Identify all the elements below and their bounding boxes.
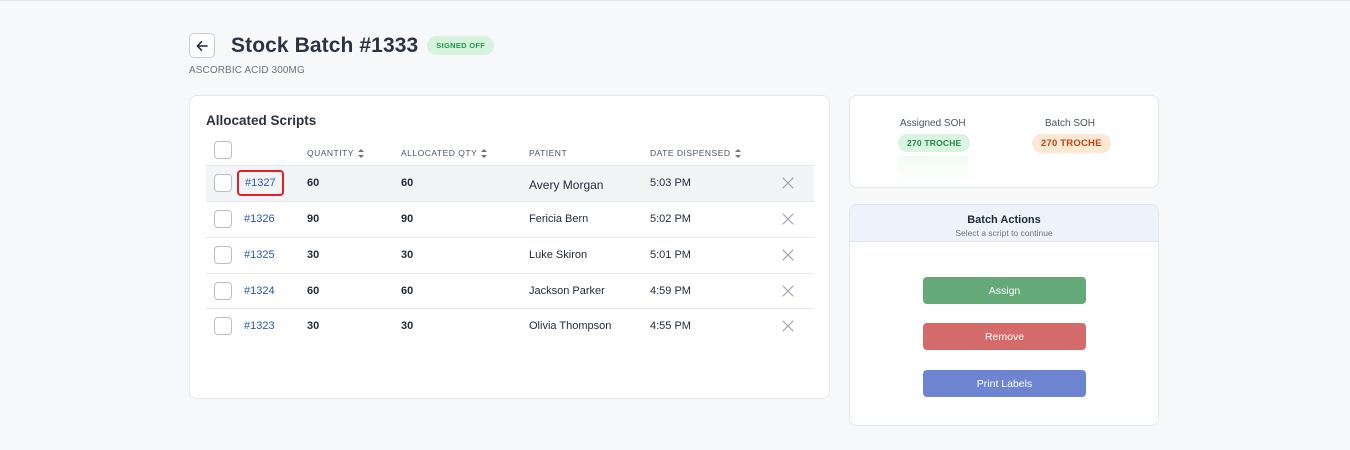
script-id-link[interactable]: #1327 [237,170,284,196]
date-cell: 4:59 PM [650,285,691,297]
column-label: DATE DISPENSED [650,148,731,158]
table-row[interactable]: #1326 90 90 Fericia Bern 5:02 PM [206,201,814,237]
page-header: Stock Batch #1333 SIGNED OFF [189,33,495,58]
close-icon[interactable] [782,177,794,189]
patient-cell: Fericia Bern [529,213,589,225]
assigned-soh-value: 270 TROCHE [898,134,971,152]
remove-button[interactable]: Remove [923,323,1086,350]
top-divider [0,0,1350,1]
arrow-left-icon [196,40,208,51]
batch-soh-value: 270 TROCHE [1032,134,1111,153]
batch-soh-label: Batch SOH [1045,118,1096,129]
allocated-qty-cell: 30 [401,249,414,261]
quantity-cell: 60 [307,177,320,189]
table-row[interactable]: #1325 30 30 Luke Skiron 5:01 PM [206,237,814,273]
close-icon[interactable] [782,320,794,332]
date-cell: 5:01 PM [650,249,691,261]
column-header-date-dispensed[interactable]: DATE DISPENSED [650,148,742,158]
close-icon[interactable] [782,249,794,261]
script-id-link[interactable]: #1325 [244,249,275,261]
patient-cell: Olivia Thompson [529,320,612,332]
quantity-cell: 90 [307,213,320,225]
script-id-link[interactable]: #1324 [244,285,275,297]
allocated-qty-cell: 90 [401,213,414,225]
patient-cell: Luke Skiron [529,249,588,261]
allocated-scripts-card: Allocated Scripts QUANTITY ALLOCATED QTY… [189,95,830,399]
status-badge: SIGNED OFF [427,36,495,55]
column-label: PATIENT [529,148,568,158]
table-row[interactable]: #1324 60 60 Jackson Parker 4:59 PM [206,273,814,309]
soh-gradient [898,156,968,186]
back-button[interactable] [189,33,215,58]
print-labels-button[interactable]: Print Labels [923,370,1086,397]
row-checkbox[interactable] [214,317,232,335]
sort-icon [481,148,488,158]
product-name: ASCORBIC ACID 300MG [189,65,305,76]
date-cell: 4:55 PM [650,320,691,332]
batch-actions-header: Batch Actions Select a script to continu… [850,205,1158,242]
allocated-qty-cell: 60 [401,177,414,189]
close-icon[interactable] [782,213,794,225]
patient-cell: Avery Morgan [529,178,604,192]
column-label: ALLOCATED QTY [401,148,478,158]
script-id-link[interactable]: #1323 [244,320,275,332]
allocated-qty-cell: 60 [401,285,414,297]
row-checkbox[interactable] [214,174,232,192]
script-id-link[interactable]: #1326 [244,213,275,225]
soh-card: Assigned SOH 270 TROCHE Batch SOH 270 TR… [849,95,1159,188]
date-cell: 5:02 PM [650,213,691,225]
column-label: QUANTITY [307,148,354,158]
quantity-cell: 30 [307,320,320,332]
column-header-quantity[interactable]: QUANTITY [307,148,365,158]
select-all-checkbox[interactable] [214,141,232,159]
quantity-cell: 30 [307,249,320,261]
patient-cell: Jackson Parker [529,285,605,297]
page-title: Stock Batch #1333 [231,33,419,57]
batch-actions-card: Batch Actions Select a script to continu… [849,204,1159,426]
quantity-cell: 60 [307,285,320,297]
card-title: Allocated Scripts [206,113,317,128]
column-header-patient[interactable]: PATIENT [529,148,567,158]
table-row[interactable]: #1327 60 60 Avery Morgan 5:03 PM [206,165,814,201]
assigned-soh-label: Assigned SOH [900,118,966,129]
row-checkbox[interactable] [214,246,232,264]
row-checkbox[interactable] [214,210,232,228]
assign-button[interactable]: Assign [923,277,1086,304]
sort-icon [734,148,742,158]
row-checkbox[interactable] [214,282,232,300]
batch-actions-title: Batch Actions [967,214,1041,226]
batch-actions-subtitle: Select a script to continue [955,228,1053,238]
allocated-qty-cell: 30 [401,320,414,332]
table-row[interactable]: #1323 30 30 Olivia Thompson 4:55 PM [206,308,814,344]
sort-icon [357,148,365,158]
column-header-allocated-qty[interactable]: ALLOCATED QTY [401,148,488,158]
close-icon[interactable] [782,285,794,297]
date-cell: 5:03 PM [650,177,691,189]
